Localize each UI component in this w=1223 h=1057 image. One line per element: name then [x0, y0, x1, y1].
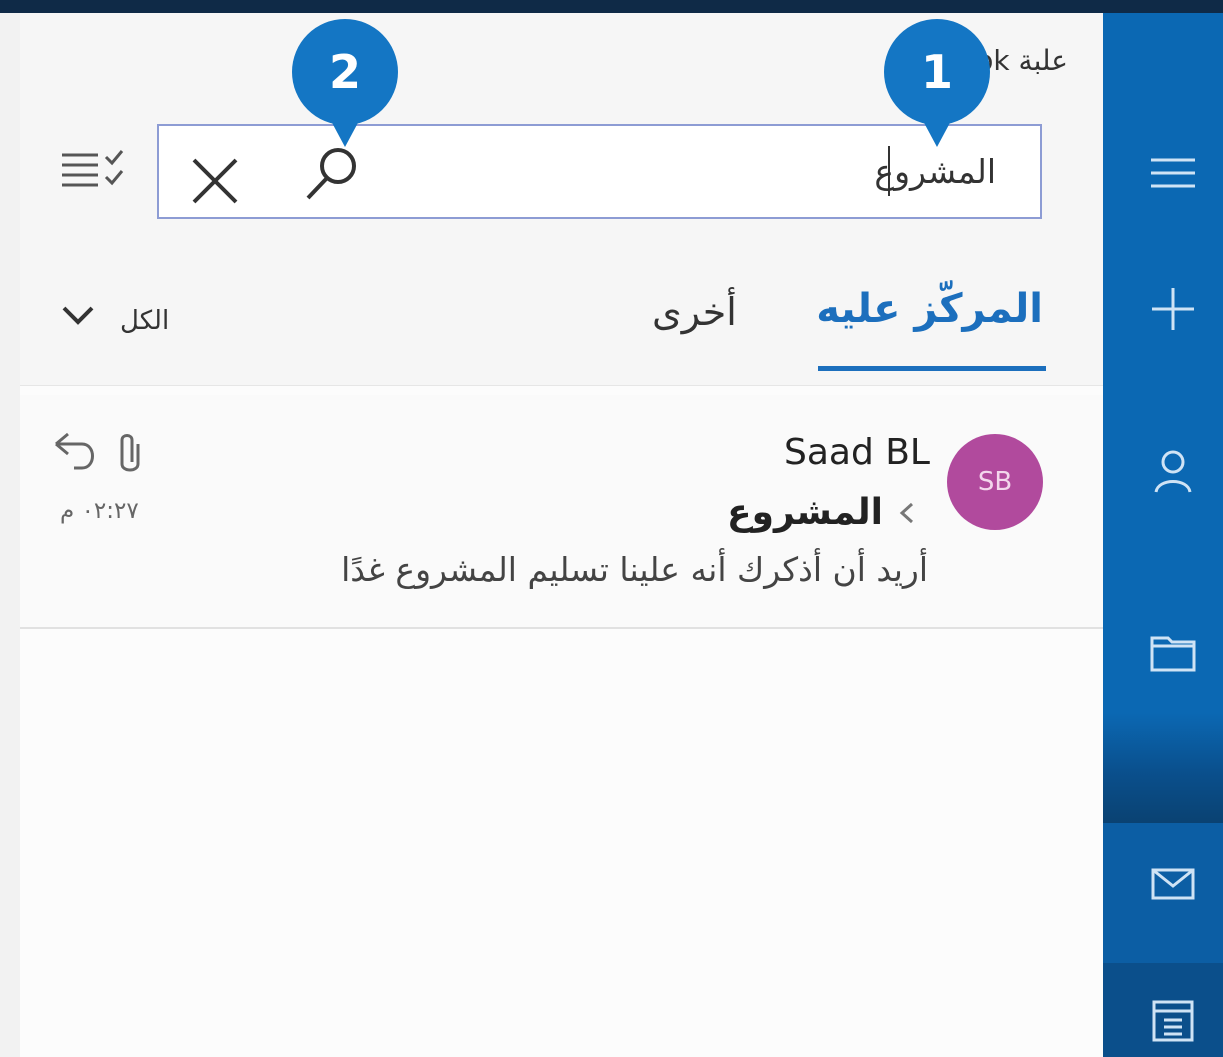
close-icon[interactable] [184, 150, 246, 212]
tab-focused-underline [818, 366, 1046, 371]
tab-other[interactable]: أخرى [652, 290, 737, 334]
mail-icon[interactable] [1148, 858, 1198, 908]
message-sender: Saad BL [783, 432, 930, 473]
filter-list-icon[interactable] [58, 145, 130, 197]
hamburger-icon[interactable] [1148, 148, 1198, 198]
calendar-icon[interactable] [1148, 994, 1198, 1044]
search-icon[interactable] [298, 138, 368, 208]
message-time: ٠٢:٢٧ م [60, 498, 139, 524]
list-item[interactable] [20, 395, 1103, 627]
left-edge [0, 13, 20, 1057]
text-cursor [888, 146, 890, 196]
tab-focused[interactable]: المركّز عليه [816, 286, 1043, 332]
filter-dropdown-label[interactable]: الكل [120, 306, 169, 336]
rail-shade [1103, 713, 1223, 823]
chevron-down-icon[interactable] [58, 300, 98, 330]
avatar: SB [947, 434, 1043, 530]
folder-icon[interactable] [1148, 628, 1198, 678]
search-field[interactable]: المشروع [157, 124, 1042, 219]
window-top-border [0, 0, 1223, 13]
callout-marker-2: 2 [292, 19, 398, 147]
person-icon[interactable] [1148, 446, 1198, 496]
tabs-divider [20, 385, 1103, 386]
chevron-left-icon[interactable] [892, 498, 922, 528]
message-divider [20, 627, 1103, 629]
callout-marker-1: 1 [884, 19, 990, 147]
search-input-value[interactable]: المشروع [874, 152, 996, 191]
reply-icon[interactable] [52, 430, 102, 474]
message-preview: أريد أن أذكرك أنه علينا تسليم المشروع غد… [341, 550, 928, 589]
paperclip-icon [112, 428, 148, 478]
plus-icon[interactable] [1148, 284, 1198, 334]
message-subject: المشروع [727, 492, 883, 533]
